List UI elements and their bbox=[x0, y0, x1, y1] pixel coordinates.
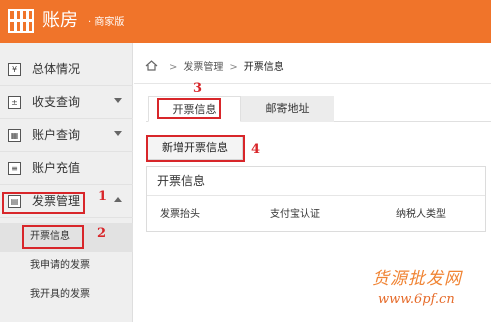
app-name: 账房 bbox=[42, 10, 78, 31]
sidebar-item-overview[interactable]: ¥ 总体情况 bbox=[0, 53, 133, 86]
top-bar: 账房 · 商家版 bbox=[0, 0, 491, 43]
annotation-box-tab bbox=[157, 98, 221, 119]
grid-icon: ▦ bbox=[8, 129, 21, 142]
home-icon[interactable] bbox=[145, 60, 158, 71]
document-icon: ≡ bbox=[8, 162, 21, 175]
tab-mailing-address[interactable]: 邮寄地址 bbox=[241, 96, 334, 122]
breadcrumb-link[interactable]: 发票管理 bbox=[183, 62, 223, 73]
sidebar: ¥ 总体情况 ± 收支查询 ▦ 账户查询 ≡ 账户充值 ▤ 发票管理 开票信息 … bbox=[0, 43, 133, 322]
chevron-up-icon bbox=[114, 197, 122, 202]
panel-divider bbox=[147, 195, 485, 196]
annotation-number: 3 bbox=[193, 81, 203, 96]
column-header-alipay-verification: 支付宝认证 bbox=[270, 209, 320, 220]
sidebar-subitem-label: 我申请的发票 bbox=[30, 260, 90, 271]
annotation-number: 4 bbox=[251, 142, 261, 157]
app-edition: · 商家版 bbox=[88, 17, 125, 28]
sidebar-subitem-label: 我开具的发票 bbox=[30, 289, 90, 300]
watermark-text: 货源批发网 bbox=[372, 269, 462, 289]
currency-icon: ¥ bbox=[8, 63, 21, 76]
sidebar-item-income-query[interactable]: ± 收支查询 bbox=[0, 86, 133, 119]
column-header-invoice-title: 发票抬头 bbox=[160, 209, 200, 220]
sidebar-item-label: 总体情况 bbox=[32, 62, 81, 76]
sidebar-subitem-my-issued-invoices[interactable]: 我开具的发票 bbox=[0, 281, 133, 310]
sidebar-item-account-query[interactable]: ▦ 账户查询 bbox=[0, 119, 133, 152]
abacus-logo-icon bbox=[8, 9, 34, 33]
page: 账房 · 商家版 ¥ 总体情况 ± 收支查询 ▦ 账户查询 ≡ 账户充值 ▤ 发… bbox=[0, 0, 491, 322]
column-header-taxpayer-type: 纳税人类型 bbox=[396, 209, 446, 220]
invoice-info-panel: 开票信息 发票抬头 支付宝认证 纳税人类型 bbox=[146, 166, 486, 232]
annotation-box-add-button bbox=[146, 135, 245, 162]
chevron-down-icon bbox=[114, 98, 122, 103]
watermark-url: www.6pf.cn bbox=[378, 292, 455, 307]
sidebar-item-label: 收支查询 bbox=[32, 95, 81, 109]
breadcrumb: > 发票管理 > 开票信息 bbox=[145, 59, 284, 77]
panel-title: 开票信息 bbox=[157, 174, 206, 188]
plus-minus-icon: ± bbox=[8, 96, 21, 109]
annotation-box-invoice-management bbox=[2, 192, 85, 214]
sidebar-item-label: 账户查询 bbox=[32, 128, 81, 142]
sidebar-subitem-my-applied-invoices[interactable]: 我申请的发票 bbox=[0, 252, 133, 281]
breadcrumb-current: 开票信息 bbox=[243, 62, 284, 73]
annotation-number: 1 bbox=[98, 189, 108, 204]
sidebar-item-label: 账户充值 bbox=[32, 161, 81, 175]
annotation-box-invoice-info bbox=[22, 225, 84, 249]
divider bbox=[134, 83, 491, 84]
sidebar-item-recharge[interactable]: ≡ 账户充值 bbox=[0, 152, 133, 185]
chevron-down-icon bbox=[114, 131, 122, 136]
annotation-number: 2 bbox=[97, 226, 107, 241]
